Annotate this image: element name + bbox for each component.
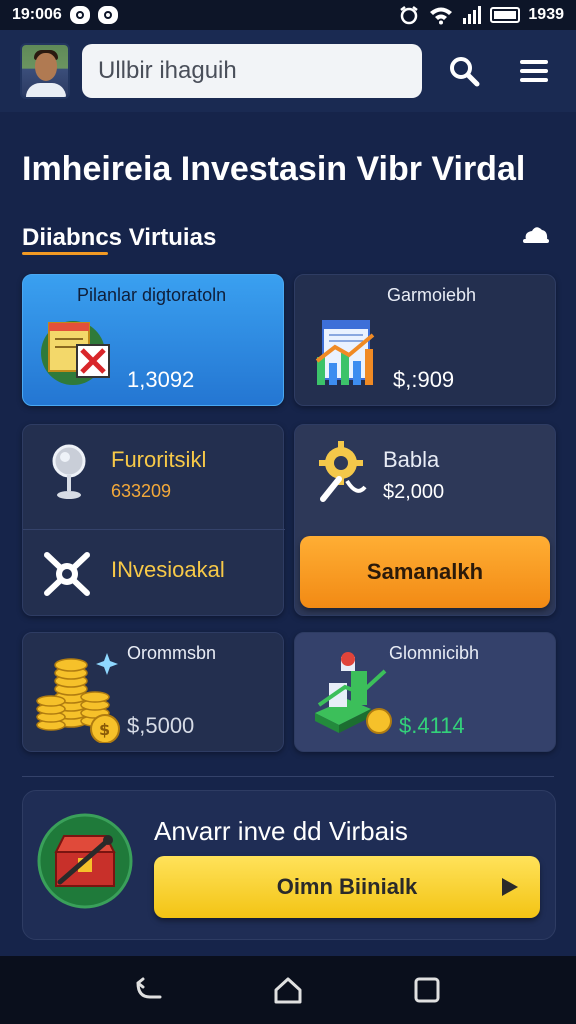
orange-action-button[interactable]: Samanalkh [300,536,550,608]
cloud-icon[interactable] [520,222,552,248]
status-clock: 1939 [528,6,564,23]
signal-icon [463,6,482,24]
status-time: 19:006 [12,6,62,23]
back-button[interactable] [129,970,169,1010]
alarm-icon [400,6,419,25]
card-label: Babla [383,447,440,472]
bar-chart-icon [315,320,375,385]
card-inner-divider [23,529,285,530]
card-furoritsikl[interactable]: Furoritsikl 633209 INvesioakal [22,424,285,616]
treasure-chest-icon [37,813,133,909]
avatar[interactable] [20,43,70,99]
status-right: 1939 [398,5,564,25]
promo-title: Anvarr inve dd Virbais [154,816,408,846]
page-title: Imheireia Investasin Vibr Virdal [22,150,526,188]
play-icon [502,878,518,896]
search-input[interactable]: Ullbir ihaguih [82,44,422,98]
card-digital-plan[interactable]: Pilanlar digtoratoln 1,3092 [22,274,284,406]
growth-blocks-icon [315,652,392,734]
recents-icon [414,977,440,1003]
card-label: Furoritsikl [111,447,207,472]
card-value: $,:909 [393,367,455,392]
card-label: Orommsbn [127,643,217,663]
section-underline [22,252,108,255]
section-divider [22,776,554,777]
card-value: $,5000 [127,713,195,738]
search-button[interactable] [442,49,486,93]
app-header: Ullbir ihaguih [0,30,576,112]
battery-icon [490,7,521,23]
home-icon [274,977,302,1004]
recents-button[interactable] [407,970,447,1010]
gear-wrench-icon [319,441,367,502]
card-label: Pilanlar digtoratoln [77,285,227,305]
status-left: 19:006 [12,6,118,24]
home-button[interactable] [268,970,308,1010]
card-value: $.4114 [399,713,465,738]
menu-button[interactable] [512,49,556,93]
magnifier-stand-icon [52,444,86,499]
promo-button-label: Oimn Biinialk [276,874,418,899]
card-label: Garmoiebh [387,285,477,305]
promo-button[interactable]: Oimn Biinialk [154,856,540,918]
coin-stack-icon: $ [36,653,120,743]
notification-icon [69,6,90,24]
crossed-tools-icon [44,552,90,596]
status-bar: 19:006 1939 [0,0,576,30]
card-value: $2,000 [383,481,445,503]
svg-text:$: $ [99,720,110,739]
document-reject-icon [41,321,110,385]
section-title: Diiabncs Virtuias [22,224,217,251]
hamburger-icon [520,55,548,87]
card-garmoiebh[interactable]: Garmoiebh $,:909 [294,274,556,406]
card-value: 633209 [111,481,172,501]
card-label: INvesioakal [111,557,225,582]
card-orommsbn[interactable]: $ Orommsbn $,5000 [22,632,284,752]
card-glomnicibh[interactable]: Glomnicibh $.4114 [294,632,556,752]
wifi-icon [430,7,453,25]
messenger-icon [97,6,118,24]
search-icon [450,57,480,87]
system-nav-bar [0,956,576,1024]
card-value: 1,3092 [127,367,195,392]
back-icon [136,977,162,999]
card-label: Glomnicibh [389,643,480,663]
